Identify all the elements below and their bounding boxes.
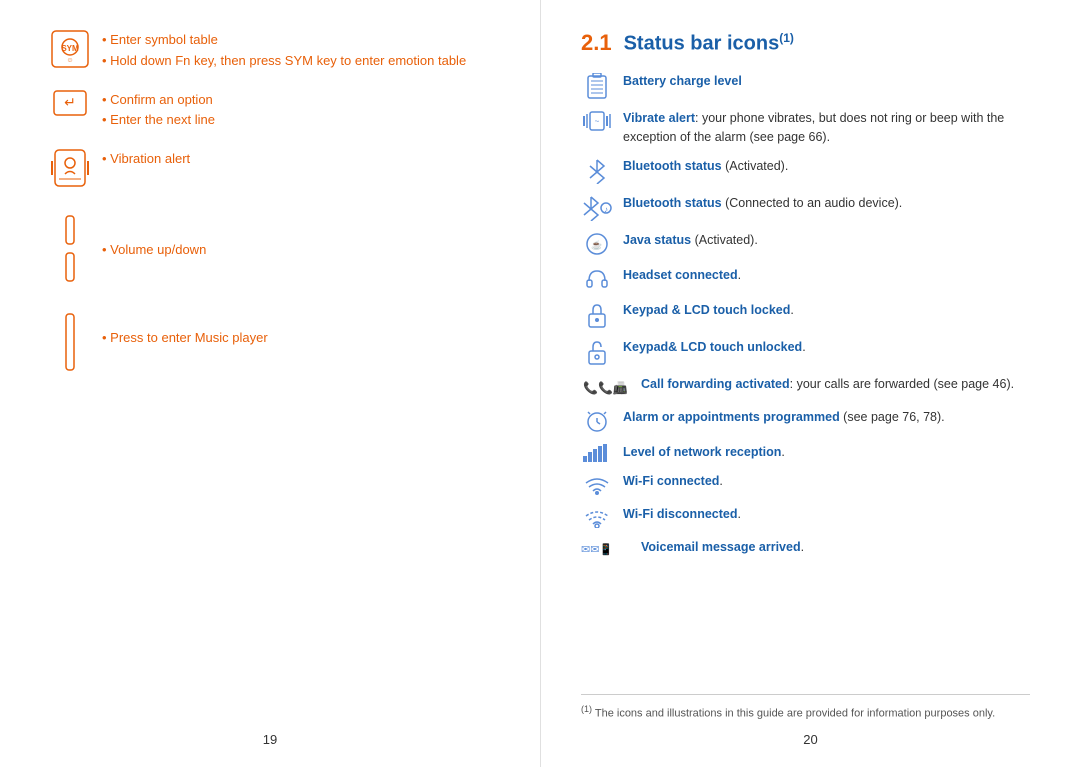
- sym-key-bullets: Enter symbol table Hold down Fn key, the…: [102, 30, 466, 72]
- wifi-off-text: Wi-Fi disconnected.: [623, 505, 741, 524]
- section-title: Status bar icons(1): [624, 31, 794, 56]
- call-forward-icon: 📞📞📠: [581, 375, 631, 398]
- enter-key-bullets: Confirm an option Enter the next line: [102, 90, 215, 132]
- volume-item: Volume up/down: [50, 215, 500, 285]
- footnote-marker: (1): [581, 704, 592, 714]
- bullet-sym-1: Enter symbol table: [102, 30, 466, 51]
- vibration-icon: [50, 149, 90, 187]
- music-bullets: Press to enter Music player: [102, 328, 268, 349]
- status-keypad-unlocked: Keypad& LCD touch unlocked.: [581, 338, 1030, 365]
- right-page: 2.1 Status bar icons(1) Battery charge l…: [540, 0, 1080, 767]
- volume-icon: [50, 215, 90, 285]
- keypad-unlocked-icon: [581, 338, 613, 365]
- enter-key-icon: ↵: [50, 90, 90, 116]
- battery-icon: [581, 72, 613, 99]
- status-list: Battery charge level ~ Vibrate alert: yo…: [581, 72, 1030, 557]
- volume-bullets: Volume up/down: [102, 240, 206, 261]
- svg-text:SYM: SYM: [61, 44, 79, 53]
- enter-key-item: ↵ Confirm an option Enter the next line: [50, 90, 500, 132]
- wifi-off-icon: [581, 505, 613, 528]
- section-header: 2.1 Status bar icons(1): [581, 30, 1030, 56]
- music-icon: [50, 313, 90, 371]
- wifi-on-text: Wi-Fi connected.: [623, 472, 723, 491]
- keypad-locked-text: Keypad & LCD touch locked.: [623, 301, 794, 320]
- footnote-text: The icons and illustrations in this guid…: [595, 708, 995, 720]
- bluetooth-active-icon: [581, 157, 613, 184]
- vibration-bullets: Vibration alert: [102, 149, 190, 170]
- keypad-locked-icon: [581, 301, 613, 328]
- bullet-enter-1: Confirm an option: [102, 90, 215, 111]
- svg-text:~: ~: [595, 117, 600, 126]
- sym-key-item: SYM ☺ Enter symbol table Hold down Fn ke…: [50, 30, 500, 72]
- keypad-unlocked-text: Keypad& LCD touch unlocked.: [623, 338, 806, 357]
- status-keypad-locked: Keypad & LCD touch locked.: [581, 301, 1030, 328]
- vibration-item: Vibration alert: [50, 149, 500, 187]
- headset-text: Headset connected.: [623, 266, 741, 285]
- signal-icon: [581, 443, 613, 462]
- status-alarm: Alarm or appointments programmed (see pa…: [581, 408, 1030, 433]
- status-bluetooth-active: Bluetooth status (Activated).: [581, 157, 1030, 184]
- status-headset: Headset connected.: [581, 266, 1030, 291]
- alarm-text: Alarm or appointments programmed (see pa…: [623, 408, 945, 427]
- wifi-on-icon: [581, 472, 613, 495]
- bluetooth-active-text: Bluetooth status (Activated).: [623, 157, 788, 176]
- alarm-icon: [581, 408, 613, 433]
- svg-text:✉✉📱: ✉✉📱: [581, 543, 613, 556]
- bullet-sym-2: Hold down Fn key, then press SYM key to …: [102, 51, 466, 72]
- left-page-number: 19: [263, 732, 277, 747]
- status-battery: Battery charge level: [581, 72, 1030, 99]
- battery-text: Battery charge level: [623, 72, 742, 91]
- bullet-vibration: Vibration alert: [102, 149, 190, 170]
- status-wifi-off: Wi-Fi disconnected.: [581, 505, 1030, 528]
- right-page-number: 20: [803, 732, 817, 747]
- svg-text:☕: ☕: [591, 239, 602, 250]
- java-icon: ☕: [581, 231, 613, 256]
- vibrate-alert-icon: ~: [581, 109, 613, 132]
- voicemail-text: Voicemail message arrived.: [641, 538, 804, 557]
- bullet-music: Press to enter Music player: [102, 328, 268, 349]
- status-java: ☕ Java status (Activated).: [581, 231, 1030, 256]
- status-signal: Level of network reception.: [581, 443, 1030, 462]
- section-number: 2.1: [581, 30, 612, 56]
- vibrate-text: Vibrate alert: your phone vibrates, but …: [623, 109, 1030, 147]
- svg-text:📞📞📠: 📞📞📠: [583, 380, 628, 395]
- status-bluetooth-audio: ♪ Bluetooth status (Connected to an audi…: [581, 194, 1030, 221]
- left-page: SYM ☺ Enter symbol table Hold down Fn ke…: [0, 0, 540, 767]
- status-wifi-on: Wi-Fi connected.: [581, 472, 1030, 495]
- music-item: Press to enter Music player: [50, 313, 500, 371]
- voicemail-icon: ✉✉📱: [581, 538, 631, 557]
- status-call-forward: 📞📞📠 Call forwarding activated: your call…: [581, 375, 1030, 398]
- svg-text:↵: ↵: [64, 94, 76, 110]
- signal-text: Level of network reception.: [623, 443, 785, 462]
- headset-icon: [581, 266, 613, 291]
- call-forward-text: Call forwarding activated: your calls ar…: [641, 375, 1014, 394]
- svg-text:☺: ☺: [66, 57, 73, 64]
- sym-key-icon: SYM ☺: [50, 30, 90, 68]
- footnote: (1) The icons and illustrations in this …: [581, 694, 1030, 722]
- bluetooth-audio-icon: ♪: [581, 194, 613, 221]
- java-text: Java status (Activated).: [623, 231, 758, 250]
- bullet-enter-2: Enter the next line: [102, 110, 215, 131]
- bluetooth-audio-text: Bluetooth status (Connected to an audio …: [623, 194, 902, 213]
- status-vibrate: ~ Vibrate alert: your phone vibrates, bu…: [581, 109, 1030, 147]
- svg-text:♪: ♪: [604, 205, 608, 214]
- status-voicemail: ✉✉📱 Voicemail message arrived.: [581, 538, 1030, 557]
- bullet-volume: Volume up/down: [102, 240, 206, 261]
